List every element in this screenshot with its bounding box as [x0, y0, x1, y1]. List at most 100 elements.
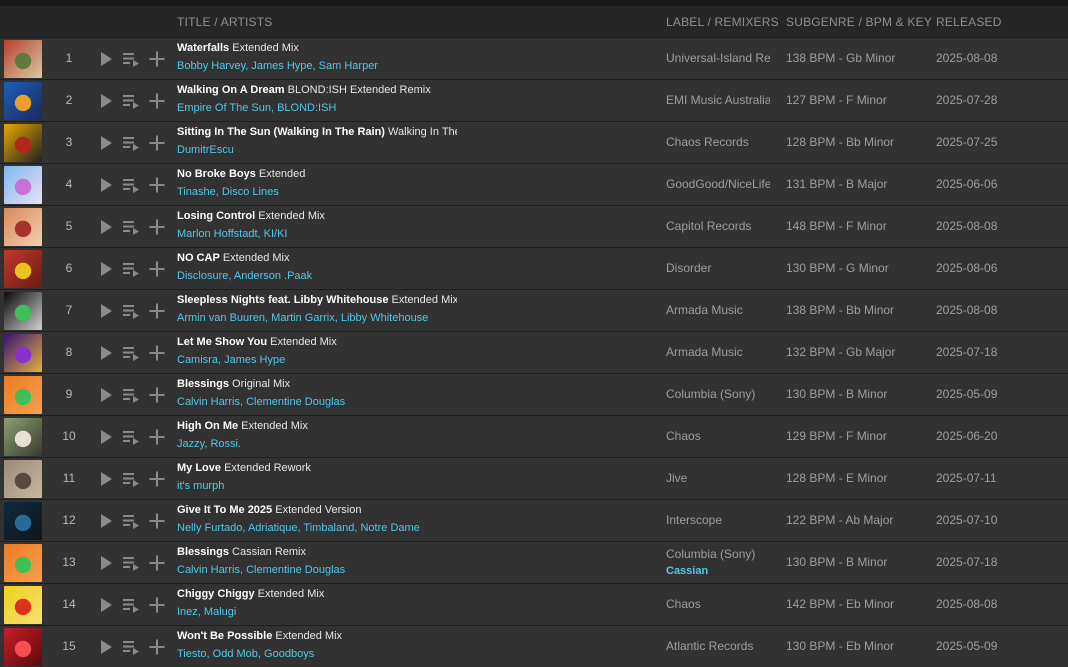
track-title-line[interactable]: Walking On A Dream BLOND:ISH Extended Re…	[177, 84, 457, 96]
artist-link[interactable]: Odd Mob	[213, 648, 258, 660]
play-icon[interactable]	[96, 301, 116, 321]
track-title[interactable]: Give It To Me 2025	[177, 504, 272, 516]
album-art[interactable]	[4, 418, 42, 456]
track-title[interactable]: Let Me Show You	[177, 336, 267, 348]
plus-icon[interactable]	[147, 511, 167, 531]
album-art[interactable]	[4, 292, 42, 330]
album-art[interactable]	[4, 544, 42, 582]
table-row[interactable]: 7 Sleepless Nights feat. Libby Whitehous…	[0, 289, 1068, 331]
add-to-queue-icon[interactable]	[121, 175, 141, 195]
track-label[interactable]: Jive	[666, 471, 770, 485]
add-to-queue-icon[interactable]	[121, 553, 141, 573]
track-title[interactable]: High On Me	[177, 420, 238, 432]
table-row[interactable]: 11 My Love Extended Rework it's murph Ji…	[0, 457, 1068, 499]
track-title-line[interactable]: No Broke Boys Extended	[177, 168, 457, 180]
track-title-line[interactable]: Sleepless Nights feat. Libby Whitehouse …	[177, 294, 457, 306]
track-title-line[interactable]: Waterfalls Extended Mix	[177, 42, 457, 54]
album-art[interactable]	[4, 334, 42, 372]
plus-icon[interactable]	[147, 553, 167, 573]
play-icon[interactable]	[96, 595, 116, 615]
artist-link[interactable]: Malugi	[204, 606, 236, 618]
play-icon[interactable]	[96, 385, 116, 405]
table-row[interactable]: 10 High On Me Extended Mix Jazzy, Rossi.…	[0, 415, 1068, 457]
artist-link[interactable]: Empire Of The Sun	[177, 102, 271, 114]
artist-link[interactable]: Bobby Harvey	[177, 60, 245, 72]
plus-icon[interactable]	[147, 175, 167, 195]
plus-icon[interactable]	[147, 637, 167, 657]
plus-icon[interactable]	[147, 469, 167, 489]
artist-link[interactable]: Inez	[177, 606, 198, 618]
play-icon[interactable]	[96, 637, 116, 657]
column-header-released[interactable]: RELEASED	[936, 15, 1002, 29]
table-row[interactable]: 5 Losing Control Extended Mix Marlon Hof…	[0, 205, 1068, 247]
add-to-queue-icon[interactable]	[121, 301, 141, 321]
add-to-queue-icon[interactable]	[121, 385, 141, 405]
play-icon[interactable]	[96, 511, 116, 531]
plus-icon[interactable]	[147, 91, 167, 111]
add-to-queue-icon[interactable]	[121, 343, 141, 363]
artist-link[interactable]: Clementine Douglas	[246, 396, 345, 408]
track-title-line[interactable]: Sitting In The Sun (Walking In The Rain)…	[177, 126, 457, 138]
table-row[interactable]: 4 No Broke Boys Extended Tinashe, Disco …	[0, 163, 1068, 205]
artist-link[interactable]: Sam Harper	[319, 60, 378, 72]
album-art[interactable]	[4, 460, 42, 498]
plus-icon[interactable]	[147, 133, 167, 153]
table-row[interactable]: 12 Give It To Me 2025 Extended Version N…	[0, 499, 1068, 541]
album-art[interactable]	[4, 124, 42, 162]
table-row[interactable]: 15 Won't Be Possible Extended Mix Tiesto…	[0, 625, 1068, 667]
table-row[interactable]: 13 Blessings Cassian Remix Calvin Harris…	[0, 541, 1068, 583]
plus-icon[interactable]	[147, 385, 167, 405]
column-header-subgenre-bpm-key[interactable]: SUBGENRE / BPM & KEY	[786, 15, 932, 29]
album-art[interactable]	[4, 208, 42, 246]
plus-icon[interactable]	[147, 259, 167, 279]
track-title-line[interactable]: My Love Extended Rework	[177, 462, 457, 474]
album-art[interactable]	[4, 82, 42, 120]
track-label[interactable]: EMI Music Australia	[666, 93, 770, 107]
play-icon[interactable]	[96, 217, 116, 237]
artist-link[interactable]: DumitrEscu	[177, 144, 234, 156]
artist-link[interactable]: Calvin Harris	[177, 396, 240, 408]
add-to-queue-icon[interactable]	[121, 49, 141, 69]
track-label[interactable]: GoodGood/NiceLife	[666, 177, 770, 191]
track-label[interactable]: Columbia (Sony)	[666, 547, 770, 561]
track-label[interactable]: Chaos	[666, 429, 770, 443]
artist-link[interactable]: Calvin Harris	[177, 564, 240, 576]
add-to-queue-icon[interactable]	[121, 511, 141, 531]
plus-icon[interactable]	[147, 427, 167, 447]
track-label[interactable]: Capitol Records	[666, 219, 770, 233]
album-art[interactable]	[4, 502, 42, 540]
album-art[interactable]	[4, 40, 42, 78]
artist-link[interactable]: Goodboys	[264, 648, 314, 660]
play-icon[interactable]	[96, 175, 116, 195]
track-title[interactable]: Chiggy Chiggy	[177, 588, 255, 600]
track-title-line[interactable]: Let Me Show You Extended Mix	[177, 336, 457, 348]
play-icon[interactable]	[96, 259, 116, 279]
artist-link[interactable]: Disco Lines	[222, 186, 279, 198]
plus-icon[interactable]	[147, 595, 167, 615]
track-label[interactable]: Armada Music	[666, 345, 770, 359]
album-art[interactable]	[4, 166, 42, 204]
track-title-line[interactable]: Losing Control Extended Mix	[177, 210, 457, 222]
artist-link[interactable]: KI/KI	[264, 228, 288, 240]
album-art[interactable]	[4, 586, 42, 624]
artist-link[interactable]: Libby Whitehouse	[341, 312, 428, 324]
add-to-queue-icon[interactable]	[121, 637, 141, 657]
track-remixer[interactable]: Cassian	[666, 565, 770, 577]
track-title-line[interactable]: Blessings Cassian Remix	[177, 546, 457, 558]
column-header-title-artists[interactable]: TITLE / ARTISTS	[177, 15, 272, 29]
track-title[interactable]: My Love	[177, 462, 221, 474]
table-row[interactable]: 14 Chiggy Chiggy Extended Mix Inez, Malu…	[0, 583, 1068, 625]
artist-link[interactable]: Tiesto	[177, 648, 207, 660]
track-title[interactable]: NO CAP	[177, 252, 220, 264]
artist-link[interactable]: Nelly Furtado	[177, 522, 242, 534]
artist-link[interactable]: Anderson .Paak	[234, 270, 312, 282]
artist-link[interactable]: Marlon Hoffstadt	[177, 228, 258, 240]
track-label[interactable]: Chaos	[666, 597, 770, 611]
track-title-line[interactable]: Give It To Me 2025 Extended Version	[177, 504, 457, 516]
track-label[interactable]: Disorder	[666, 261, 770, 275]
artist-link[interactable]: Camisra	[177, 354, 218, 366]
album-art[interactable]	[4, 250, 42, 288]
add-to-queue-icon[interactable]	[121, 217, 141, 237]
column-header-label-remixers[interactable]: LABEL / REMIXERS	[666, 15, 779, 29]
add-to-queue-icon[interactable]	[121, 595, 141, 615]
